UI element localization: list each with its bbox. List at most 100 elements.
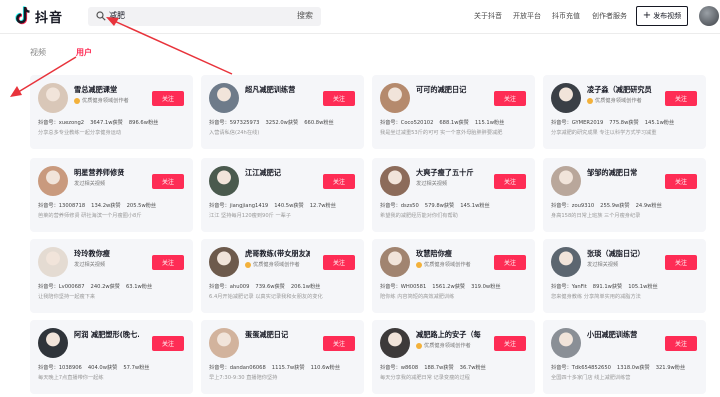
user-avatar[interactable] bbox=[551, 166, 581, 196]
user-card[interactable]: 玫慧陪你瘦 优质健身领域创作者 关注 抖音号：WH00581 1561.2w获赞 319.… bbox=[372, 239, 535, 313]
user-name[interactable]: 邹邹的减肥日常 bbox=[587, 168, 652, 178]
user-name[interactable]: 虎哥教练(带女朋友减... bbox=[245, 249, 310, 259]
user-name[interactable]: 大爽子瘦了五十斤 bbox=[416, 168, 481, 178]
user-card[interactable]: 超凡减肥训练营 关注 抖音号：597325973 3252.0w获赞 660.8w粉丝入… bbox=[201, 75, 364, 149]
follow-button[interactable]: 关注 bbox=[323, 91, 355, 106]
user-subtitle-text: 优质健身领域创作者 bbox=[253, 262, 300, 268]
search-icon bbox=[96, 11, 106, 21]
follow-button[interactable]: 关注 bbox=[323, 174, 355, 189]
tab-user[interactable]: 用户 bbox=[76, 47, 92, 58]
user-card[interactable]: 张琰（减脂日记） 发过相关视频 关注 抖音号：YanFit 891.1w获赞 105.1w… bbox=[543, 239, 706, 313]
user-description: 身高158的日常上班族 三个月瘦身纪录 bbox=[551, 213, 641, 219]
follow-button[interactable]: 关注 bbox=[665, 91, 697, 106]
follow-button[interactable]: 关注 bbox=[152, 255, 184, 270]
follow-button[interactable]: 关注 bbox=[152, 174, 184, 189]
follow-button[interactable]: 关注 bbox=[494, 174, 526, 189]
followers-count: 57.7w粉丝 bbox=[123, 365, 150, 371]
follow-button[interactable]: 关注 bbox=[152, 91, 184, 106]
user-card[interactable]: 大爽子瘦了五十斤 发过相关视频 关注 抖音号：dszs50 579.8w获赞 145.1w… bbox=[372, 158, 535, 232]
user-name[interactable]: 蛋蛋减肥日记 bbox=[245, 330, 310, 340]
user-subtitle: 优质健身领域创作者 bbox=[587, 97, 642, 104]
user-avatar[interactable] bbox=[209, 328, 239, 358]
user-subtitle: 发过相关视频 bbox=[416, 180, 447, 187]
nav-creator-service[interactable]: 创作者服务 bbox=[592, 11, 627, 21]
follow-button[interactable]: 关注 bbox=[665, 255, 697, 270]
user-name[interactable]: 小田减肥训练营 bbox=[587, 330, 652, 340]
follow-button[interactable]: 关注 bbox=[323, 336, 355, 351]
user-subtitle-text: 发过相关视频 bbox=[74, 262, 106, 268]
user-card[interactable]: 雪总减肥课堂 优质健身领域创作者 关注 抖音号：xuezong2 3647.1w获赞 89… bbox=[30, 75, 193, 149]
nav-open-platform[interactable]: 开放平台 bbox=[513, 11, 541, 21]
user-card[interactable]: 蛋蛋减肥日记 关注 抖音号：dandan06068 1115.7w获赞 110.6w粉丝… bbox=[201, 320, 364, 394]
user-card[interactable]: 凌子淼（减肥研究员） 优质健身领域创作者 关注 抖音号：GYMER2019 775.8w… bbox=[543, 75, 706, 149]
user-avatar[interactable] bbox=[380, 166, 410, 196]
account-id: 抖音号：1038906 bbox=[38, 365, 82, 371]
user-name[interactable]: 玫慧陪你瘦 bbox=[416, 249, 481, 259]
follow-button[interactable]: 关注 bbox=[665, 174, 697, 189]
follow-button[interactable]: 关注 bbox=[494, 255, 526, 270]
nav-coin-recharge[interactable]: 抖币充值 bbox=[552, 11, 580, 21]
user-name[interactable]: 张琰（减脂日记） bbox=[587, 249, 652, 259]
user-avatar[interactable] bbox=[380, 83, 410, 113]
user-name[interactable]: 阿润 减肥塑形(晚七... bbox=[74, 330, 139, 340]
tab-video[interactable]: 视频 bbox=[30, 47, 46, 58]
user-name[interactable]: 凌子淼（减肥研究员） bbox=[587, 85, 652, 95]
user-avatar[interactable] bbox=[38, 328, 68, 358]
user-avatar[interactable] bbox=[380, 328, 410, 358]
account-id: 抖音号：GYMER2019 bbox=[551, 120, 604, 126]
follow-button[interactable]: 关注 bbox=[494, 91, 526, 106]
nav-about[interactable]: 关于抖音 bbox=[474, 11, 502, 21]
account-id: 抖音号：Coco520102 bbox=[380, 120, 434, 126]
search-input[interactable]: 减肥 bbox=[109, 10, 125, 21]
user-avatar[interactable] bbox=[209, 83, 239, 113]
user-card[interactable]: 小田减肥训练营关注抖音号：Tdk654852650 1318.0w获赞 321.9w… bbox=[543, 320, 706, 394]
follow-button[interactable]: 关注 bbox=[152, 336, 184, 351]
user-avatar[interactable] bbox=[699, 6, 719, 26]
user-card[interactable]: 江江减肥记 关注 抖音号：jiangjiang1419 140.5w获赞 12.7w粉丝… bbox=[201, 158, 364, 232]
user-card[interactable]: 减肥路上的安子（每... 优质健身领域创作者 关注抖音号：w8608 188.7w获赞… bbox=[372, 320, 535, 394]
user-description: 早上7:30-9:30 直播陪你坚持 bbox=[209, 375, 278, 381]
user-card[interactable]: 阿润 减肥塑形(晚七... 关注 抖音号：1038906 404.0w获赞 57.7w粉… bbox=[30, 320, 193, 394]
search-button[interactable]: 搜索 bbox=[297, 10, 313, 21]
user-card[interactable]: 玲玲教你瘦发过相关视频 关注抖音号：Lv000687 240.2w获赞 63.1w粉丝… bbox=[30, 239, 193, 313]
user-card[interactable]: 虎哥教练(带女朋友减... 优质健身领域创作者 关注抖音号：ahu009 739.6w… bbox=[201, 239, 364, 313]
follow-button[interactable]: 关注 bbox=[323, 255, 355, 270]
user-name[interactable]: 减肥路上的安子（每... bbox=[416, 330, 481, 340]
user-name[interactable]: 玲玲教你瘦 bbox=[74, 249, 139, 259]
likes-count: 891.1w获赞 bbox=[592, 284, 623, 290]
followers-count: 205.5w粉丝 bbox=[126, 203, 157, 209]
followers-count: 115.1w粉丝 bbox=[474, 120, 505, 126]
likes-count: 140.5w获赞 bbox=[274, 203, 304, 209]
user-name[interactable]: 可可的减肥日记 bbox=[416, 85, 481, 95]
follow-button[interactable]: 关注 bbox=[494, 336, 526, 351]
user-card[interactable]: 邹邹的减肥日常 关注 抖音号：zou9310 255.9w获赞 24.9w粉丝 身高158… bbox=[543, 158, 706, 232]
user-name[interactable]: 明星营养师修贤 bbox=[74, 168, 139, 178]
user-avatar[interactable] bbox=[551, 328, 581, 358]
followers-count: 110.6w粉丝 bbox=[310, 365, 341, 371]
search-box[interactable]: 减肥 搜索 bbox=[88, 7, 321, 26]
user-avatar[interactable] bbox=[38, 83, 68, 113]
user-card[interactable]: 可可的减肥日记 关注 抖音号：Coco520102 688.1w获赞 115.1w粉丝我… bbox=[372, 75, 535, 149]
publish-video-button[interactable]: + 发布视频 bbox=[636, 6, 688, 26]
followers-count: 206.1w粉丝 bbox=[290, 284, 321, 290]
likes-count: 1318.0w获赞 bbox=[616, 365, 650, 371]
publish-video-label: 发布视频 bbox=[653, 12, 682, 20]
user-avatar[interactable] bbox=[38, 247, 68, 277]
user-avatar[interactable] bbox=[551, 247, 581, 277]
user-avatar[interactable] bbox=[38, 166, 68, 196]
user-avatar[interactable] bbox=[551, 83, 581, 113]
user-name[interactable]: 超凡减肥训练营 bbox=[245, 85, 310, 95]
user-card[interactable]: 明星营养师修贤 发过相关视频 关注 抖音号：13008718 134.2w获赞 205.5… bbox=[30, 158, 193, 232]
user-subtitle-text: 优质健身领域创作者 bbox=[595, 98, 642, 104]
user-avatar[interactable] bbox=[209, 166, 239, 196]
user-name[interactable]: 雪总减肥课堂 bbox=[74, 85, 139, 95]
user-stats: 抖音号：Lv000687 240.2w获赞 63.1w粉丝 bbox=[38, 283, 190, 290]
account-id: 抖音号：13008718 bbox=[38, 203, 86, 209]
logo[interactable]: 抖音 bbox=[14, 6, 63, 26]
user-avatar[interactable] bbox=[209, 247, 239, 277]
follow-button[interactable]: 关注 bbox=[665, 336, 697, 351]
user-avatar[interactable] bbox=[380, 247, 410, 277]
user-name[interactable]: 江江减肥记 bbox=[245, 168, 310, 178]
user-stats: 抖音号：Tdk654852650 1318.0w获赞 321.9w粉丝 bbox=[551, 364, 703, 371]
user-subtitle-text: 发过相关视频 bbox=[416, 181, 448, 187]
